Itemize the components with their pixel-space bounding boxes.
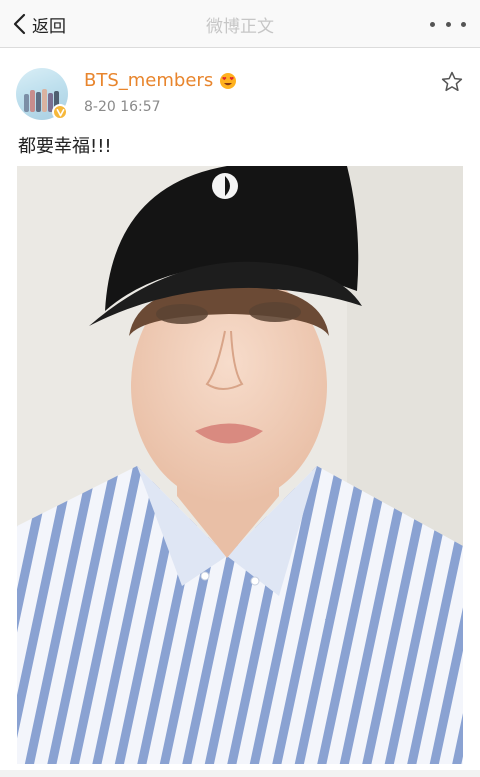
chevron-left-icon bbox=[13, 13, 26, 35]
divider bbox=[0, 770, 480, 777]
post-text: 都要幸福!!! bbox=[18, 136, 112, 157]
back-label: 返回 bbox=[32, 16, 66, 37]
more-options-button[interactable] bbox=[430, 16, 466, 32]
more-dots-icon bbox=[461, 21, 466, 27]
verified-v-icon bbox=[52, 104, 68, 120]
more-dots-icon bbox=[430, 21, 435, 27]
post-header: BTS_members 8-20 16:57 bbox=[0, 48, 480, 124]
username[interactable]: BTS_members bbox=[84, 70, 213, 91]
nav-bar: 返回 微博正文 bbox=[0, 0, 480, 48]
more-dots-icon bbox=[445, 21, 451, 27]
post-photo[interactable] bbox=[17, 166, 463, 764]
username-row: BTS_members bbox=[84, 70, 237, 91]
post-timestamp: 8-20 16:57 bbox=[84, 99, 161, 115]
star-outline-icon[interactable] bbox=[440, 70, 464, 94]
page-title: 微博正文 bbox=[206, 17, 274, 37]
heart-eyes-emoji-icon bbox=[220, 72, 237, 89]
selfie-image bbox=[17, 166, 463, 764]
back-button[interactable]: 返回 bbox=[12, 9, 66, 39]
